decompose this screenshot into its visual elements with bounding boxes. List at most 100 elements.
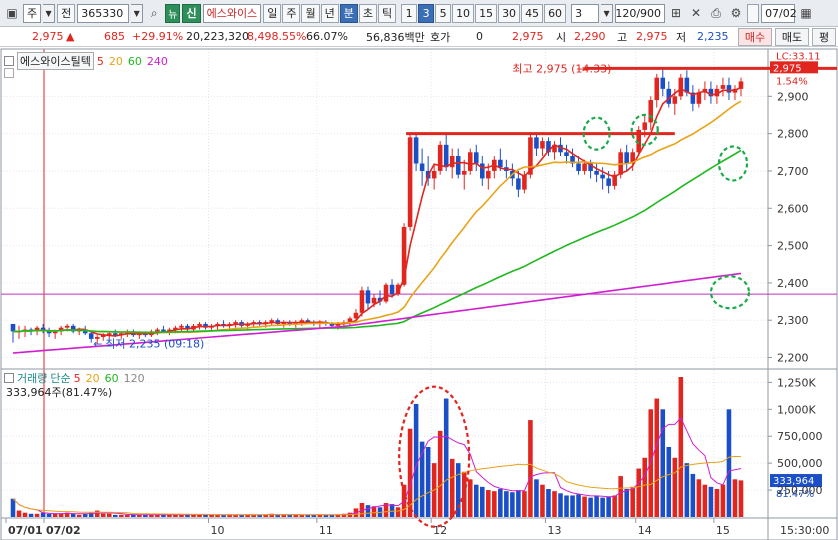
- hoga-price: 2,975: [512, 30, 544, 43]
- candle-body: [600, 174, 605, 179]
- high-note: 최고 2,975 (14:33): [512, 62, 611, 75]
- period-tab[interactable]: 분: [339, 3, 358, 23]
- calendar-icon[interactable]: ▦: [797, 4, 815, 23]
- volume-bar: [576, 494, 581, 517]
- code-input[interactable]: 365330: [77, 3, 130, 23]
- count-input[interactable]: 120/900: [615, 3, 666, 23]
- print-icon[interactable]: ⎙: [707, 4, 725, 23]
- volume-bar: [720, 484, 726, 517]
- price-tick-label: 2,800: [777, 128, 809, 141]
- volume-bar: [467, 479, 473, 517]
- interval-tab[interactable]: 10: [452, 3, 475, 23]
- volume-ma-label[interactable]: 5: [74, 372, 81, 385]
- period-tabs: 일주월년분초틱: [263, 3, 397, 23]
- legend-box-icon[interactable]: [4, 56, 14, 66]
- credit-badge[interactable]: 신: [182, 3, 201, 23]
- low-note: 최저 2,235 (09:18): [105, 337, 204, 350]
- volume-bar: [552, 491, 557, 517]
- volume-bar: [113, 514, 118, 517]
- volume-bar: [684, 463, 690, 517]
- volume-bar: [46, 513, 52, 517]
- stock-name[interactable]: 에스와이스: [202, 3, 262, 23]
- volume-bar: [732, 479, 738, 517]
- chevron-down-icon[interactable]: ▼: [43, 3, 56, 23]
- volume-rate: 8,498.55%: [247, 30, 307, 43]
- candle-body: [383, 284, 389, 302]
- chevron-down-icon[interactable]: ▼: [131, 3, 144, 23]
- last-rate-tag: 1.54%: [776, 76, 808, 87]
- price-tick-label: 2,300: [777, 314, 809, 327]
- candle-body: [64, 325, 70, 328]
- chevron-down-icon[interactable]: ▼: [601, 3, 614, 23]
- candle-body: [413, 137, 419, 164]
- candle-body: [365, 290, 371, 304]
- volume-ma-label[interactable]: 20: [86, 372, 100, 385]
- search-icon[interactable]: ⌕: [145, 4, 163, 23]
- period-tab[interactable]: 일: [263, 3, 282, 23]
- price-tick-label: 2,700: [777, 165, 809, 178]
- interval-tab[interactable]: 5: [435, 3, 452, 23]
- news-badge[interactable]: 뉴: [165, 3, 181, 23]
- eval-tab[interactable]: 평: [812, 28, 836, 46]
- date-checkbox[interactable]: [747, 3, 760, 23]
- candle-body: [642, 122, 648, 130]
- volume-tick-label: 1,250K: [777, 376, 816, 389]
- volume-tick-label: 250,000: [777, 484, 823, 497]
- interval-tab[interactable]: 3: [418, 3, 435, 23]
- period-tab[interactable]: 주: [282, 3, 301, 23]
- price-ma-label[interactable]: 5: [97, 55, 104, 68]
- low-note-arrow-icon: ←: [93, 337, 102, 350]
- crosshair-icon[interactable]: ✕: [687, 4, 705, 23]
- volume-bar: [624, 489, 629, 517]
- volume-bar: [522, 491, 527, 517]
- volume-bar: [34, 513, 40, 517]
- price-ma-label[interactable]: 240: [147, 55, 168, 68]
- volume-ma-label[interactable]: 60: [105, 372, 119, 385]
- period-tab[interactable]: 월: [301, 3, 320, 23]
- gear-icon[interactable]: ⚙: [727, 4, 745, 23]
- volume-bar: [540, 484, 545, 517]
- volume-ma-label[interactable]: 120: [124, 372, 145, 385]
- current-price: 2,975: [32, 30, 64, 43]
- date-input[interactable]: 07/02: [761, 3, 797, 23]
- interval-tab[interactable]: 60: [544, 3, 567, 23]
- interval-tab[interactable]: 45: [521, 3, 544, 23]
- market-select[interactable]: 주: [23, 3, 42, 23]
- buy-tab[interactable]: 매수: [738, 28, 772, 46]
- x-tick-label: 15: [716, 524, 730, 537]
- candle-body: [431, 170, 437, 179]
- sell-tab[interactable]: 매도: [775, 28, 809, 46]
- period-tab[interactable]: 틱: [377, 3, 397, 23]
- prev-button[interactable]: 전: [57, 3, 76, 23]
- price-legend-name[interactable]: 에스와이스틸텍: [17, 52, 94, 70]
- volume-bar: [582, 496, 587, 517]
- volume-bar: [546, 489, 551, 517]
- price-tick-label: 2,400: [777, 277, 809, 290]
- lc-label: LC:33.11: [776, 51, 821, 62]
- stock-chart[interactable]: 최고 2,975 (14:33)→ ← 최저 2,235 (09:18) 2,975L…: [0, 47, 838, 540]
- candle-body: [720, 85, 726, 89]
- candle-body: [449, 156, 455, 168]
- x-tick-label: 07/01: [8, 524, 43, 537]
- high-note-arrow-icon: →: [577, 62, 586, 75]
- price-ma-label[interactable]: 20: [109, 55, 123, 68]
- period-tab[interactable]: 년: [320, 3, 339, 23]
- x-tick-label: 10: [211, 524, 225, 537]
- interval-tab[interactable]: 1: [401, 3, 418, 23]
- volume-bar: [630, 486, 635, 517]
- candle-body: [371, 297, 377, 304]
- volume-ma-legend: 5 20 60 120: [74, 372, 145, 385]
- interval-tab[interactable]: 15: [475, 3, 498, 23]
- layout-icon[interactable]: ▣: [3, 4, 21, 23]
- candle-body: [461, 170, 467, 175]
- period-tab[interactable]: 초: [358, 3, 377, 23]
- legend-box-icon[interactable]: [4, 373, 14, 383]
- custom-interval-input[interactable]: 3: [571, 3, 600, 23]
- grid-toggle-icon[interactable]: [4, 68, 14, 78]
- volume-bar: [498, 489, 503, 517]
- volume-bar: [10, 498, 16, 517]
- price-ma-label[interactable]: 60: [128, 55, 142, 68]
- chart-type-icon[interactable]: ⊞: [667, 4, 685, 23]
- interval-tab[interactable]: 30: [498, 3, 521, 23]
- volume-bar: [480, 486, 485, 517]
